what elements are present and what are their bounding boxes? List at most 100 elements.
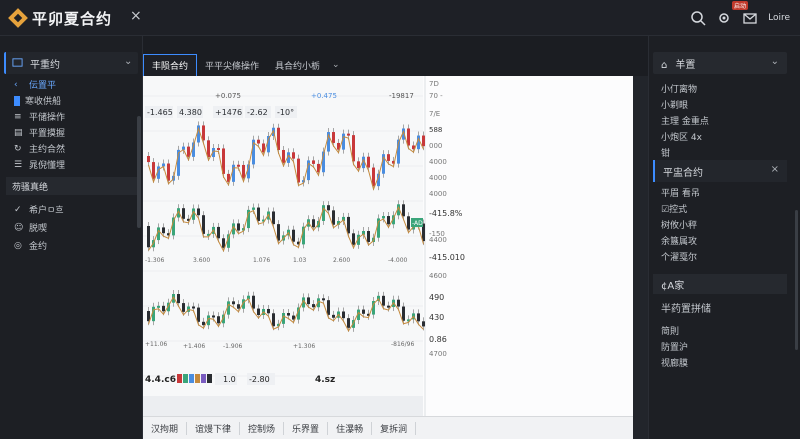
tab-0[interactable]: 丰陨合约 xyxy=(143,53,198,77)
right-scrollbar[interactable] xyxy=(795,210,798,350)
sidebar-group[interactable]: 芴骚真绝 xyxy=(6,177,138,195)
rs-item-11[interactable]: 防置沪 xyxy=(661,340,688,353)
candle-body xyxy=(242,164,245,179)
mid-label-4: 2.600 xyxy=(333,257,350,264)
candle-body xyxy=(292,152,295,159)
right-chevron-down-icon[interactable]: ⌄ xyxy=(771,56,779,67)
candle-body xyxy=(327,300,330,315)
candle-body xyxy=(287,313,290,316)
candle-body xyxy=(257,139,260,144)
right-sidebar-header[interactable]: ⌂ 羊置 ⌄ xyxy=(653,52,787,74)
mid-label-2: 1.076 xyxy=(253,257,270,264)
close-icon[interactable]: × xyxy=(130,8,142,24)
bottom-item-5[interactable]: 复拆涧 xyxy=(372,421,417,435)
bot-label-4: -816/96 xyxy=(391,341,414,348)
candle-body xyxy=(332,314,335,318)
candle-body xyxy=(197,307,200,322)
rs-item-8[interactable]: 余簋属攻 xyxy=(661,234,697,247)
candle-body xyxy=(192,306,195,309)
candle-body xyxy=(397,299,400,307)
rs-item-6[interactable]: ☑控式 xyxy=(661,202,687,215)
sidebar-item-3[interactable]: ▤ 平置摸握 xyxy=(14,126,65,140)
rs-close-icon[interactable]: × xyxy=(771,164,779,175)
rs-item-12[interactable]: 视廊膜 xyxy=(661,356,688,369)
ytick-mid-3: 4600 xyxy=(429,272,447,280)
ytick-bot-1: 430 xyxy=(429,313,444,322)
time-axis xyxy=(143,396,423,416)
bot-label-2: -1.906 xyxy=(223,343,243,350)
sidebar-item-1[interactable]: 寒收供船 xyxy=(14,94,61,107)
candle-body xyxy=(207,140,210,158)
top-value-0: -1.465 xyxy=(147,108,173,117)
rs-item-3[interactable]: 小炮区 4x xyxy=(661,130,702,143)
candle-body xyxy=(237,164,240,167)
bottom-value-2: -2.80 xyxy=(249,375,270,384)
mail-icon[interactable] xyxy=(742,10,758,26)
rs-item-9[interactable]: 个濯戛尔 xyxy=(661,250,697,263)
candle-body xyxy=(147,226,150,248)
candle-body xyxy=(312,160,315,164)
tab-bar: 丰陨合约 平平尖條操作 具合约小栃 ⌄ xyxy=(143,53,340,77)
rs-item-7[interactable]: 树攸小秤 xyxy=(661,218,697,231)
tabs-chevron-icon[interactable]: ⌄ xyxy=(332,60,340,70)
candle-body xyxy=(387,216,390,225)
bottom-item-0[interactable]: 汉拘期 xyxy=(143,421,188,435)
sidebar-header[interactable]: 平重约 ⌄ xyxy=(4,52,138,74)
sidebar-item-6[interactable]: ✓ 希户ㅁ흐 xyxy=(14,203,64,217)
ytick-bot-2: 0.86 xyxy=(429,335,447,344)
color-swatch xyxy=(177,374,182,383)
sidebar-item-8[interactable]: ◎ 金约 xyxy=(14,239,47,253)
bot-label-1: +1.406 xyxy=(183,343,205,350)
sidebar-item-5[interactable]: ☰ 晁倪懂埋 xyxy=(14,158,65,172)
rs-item-5[interactable]: 平眉 看吊 xyxy=(661,186,700,199)
bottom-value-3: 4.sz xyxy=(315,375,335,385)
candle-body xyxy=(347,216,350,234)
chevron-down-icon[interactable]: ⌄ xyxy=(124,56,132,67)
mid-label-3: 1.03 xyxy=(293,257,307,264)
sidebar-item-4[interactable]: ↻ 主约合然 xyxy=(14,142,65,156)
bottom-item-4[interactable]: 住瀑畅 xyxy=(328,421,373,435)
color-swatch xyxy=(207,374,212,383)
bottom-item-1[interactable]: 谊熳下律 xyxy=(187,421,241,435)
mid-label-5: -4.000 xyxy=(388,257,408,264)
candle-body xyxy=(282,149,285,163)
candle-body xyxy=(162,227,165,234)
sidebar-item-2[interactable]: ≡ 平储操作 xyxy=(14,110,65,124)
bottom-value-1: 1.0 xyxy=(223,375,236,384)
rs-item-10[interactable]: 简則 xyxy=(661,324,679,337)
chart-scroll-gutter[interactable] xyxy=(633,76,648,439)
rs-item-0[interactable]: 小仃离物 xyxy=(661,82,697,95)
tab-2[interactable]: 具合约小栃 xyxy=(267,55,328,76)
candle-body xyxy=(182,208,185,219)
ytick-top-4: 000 xyxy=(429,142,442,150)
rs-selected-item[interactable]: 平盅合约 × xyxy=(653,160,787,182)
rs-item-4[interactable]: 钳 xyxy=(661,146,670,159)
top-tag-2: -19817 xyxy=(389,92,414,100)
rs-section-2[interactable]: 半药置拼储 xyxy=(661,300,711,315)
ytick-top-0: 7D xyxy=(429,80,439,88)
ytick-top-5: 4000 xyxy=(429,158,447,166)
sidebar-item-0[interactable]: ‹ 伝置平 xyxy=(14,78,56,92)
gear-icon[interactable] xyxy=(716,10,732,26)
candle-body xyxy=(232,301,235,305)
top-value-2: +1476 xyxy=(215,108,242,117)
bottom-item-3[interactable]: 乐界置 xyxy=(284,421,329,435)
lines-icon: ≡ xyxy=(14,111,22,122)
tab-1[interactable]: 平平尖條操作 xyxy=(197,55,267,76)
sidebar-scrollbar[interactable] xyxy=(137,116,141,228)
candle-body xyxy=(257,308,260,315)
candlestick-chart[interactable]: -1.465 4.380 +1476 -2.62 -10° +0.075 +0.… xyxy=(143,76,633,416)
search-icon[interactable] xyxy=(690,10,706,26)
user-name[interactable]: Loire xyxy=(768,13,790,23)
candle-body xyxy=(382,216,385,219)
rs-item-2[interactable]: 主理 金重点 xyxy=(661,114,709,127)
price-tag-label: -AD xyxy=(412,220,423,227)
candle-body xyxy=(217,148,220,151)
left-sidebar: 平重约 ⌄ ‹ 伝置平 寒收供船 ≡ 平储操作 ▤ 平置摸握 ↻ 主约合然 ☰ 晁倪懂埋 … xyxy=(0,36,143,439)
rs-item-1[interactable]: 小剃眼 xyxy=(661,98,688,111)
ytick-mid-0: -415.8% xyxy=(429,209,463,218)
rs-section-1[interactable]: ¢A家 xyxy=(653,274,787,294)
bottom-item-2[interactable]: 控制炀 xyxy=(240,421,285,435)
candle-body xyxy=(322,298,325,301)
sidebar-item-7[interactable]: ☺ 脱喫 xyxy=(14,221,47,235)
